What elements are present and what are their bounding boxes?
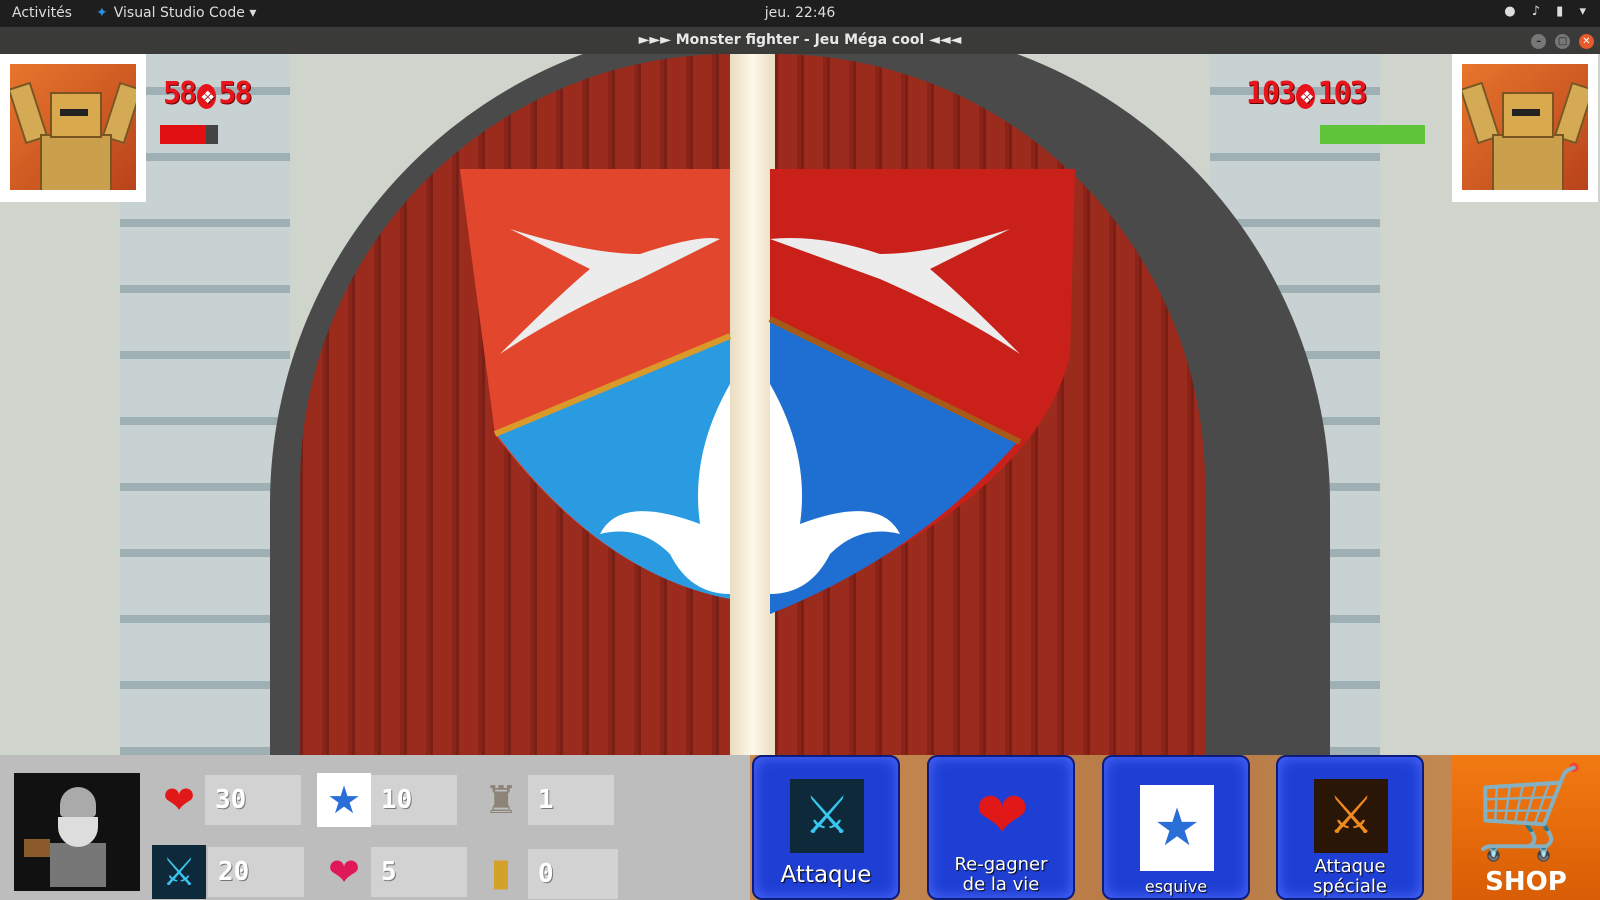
system-top-bar: Activités ✦ Visual Studio Code ▾ jeu. 22:… — [0, 0, 1600, 27]
window-title: ►►► Monster fighter - Jeu Méga cool ◄◄◄ — [638, 32, 962, 48]
target-icon: ❖ — [1296, 84, 1316, 109]
cart-icon: 🛒 — [1474, 760, 1587, 865]
regain-life-line1: Re-gagner — [954, 854, 1048, 875]
potion-icon: ❤ — [328, 850, 360, 894]
chevron-down-icon: ▾ — [1579, 4, 1586, 19]
enemy-hp-max: 103 — [1317, 76, 1367, 111]
player-hp-readout: 58 ❖ 58 — [163, 76, 253, 111]
attack-label: Attaque — [780, 862, 872, 888]
battle-scene — [0, 54, 1600, 755]
tower-stat: 1 — [528, 775, 614, 825]
wifi-icon: ● — [1504, 4, 1516, 19]
window-title-bar: ►►► Monster fighter - Jeu Méga cool ◄◄◄ … — [0, 27, 1600, 54]
coat-of-arms-shield — [460, 169, 1075, 614]
shop-button[interactable]: 🛒 SHOP — [1452, 755, 1600, 900]
target-icon: ❖ — [197, 84, 217, 109]
player-hp-fill — [160, 125, 207, 144]
special-attack-line2: spéciale — [1313, 876, 1387, 897]
regain-life-line2: de la vie — [962, 874, 1040, 895]
minimize-icon[interactable]: – — [1531, 34, 1547, 49]
enemy-hp-readout: 103 ❖ 103 — [1246, 76, 1368, 111]
shop-label: SHOP — [1485, 867, 1567, 897]
player-hp-bar — [160, 125, 218, 144]
attack-stat: 20 — [208, 847, 304, 897]
enemy-hp-fill — [1320, 125, 1425, 144]
life-stat: 30 — [205, 775, 301, 825]
maximize-icon[interactable]: □ — [1555, 34, 1571, 49]
player-hp-max: 58 — [218, 76, 252, 111]
battery-icon: ▮ — [1556, 4, 1564, 19]
flaming-swords-icon: ⚔ — [1314, 779, 1388, 853]
regain-life-button[interactable]: ❤ Re-gagner de la vie — [927, 755, 1075, 900]
golem-avatar — [10, 64, 136, 190]
hero-portrait — [14, 773, 140, 891]
attack-button[interactable]: ⚔ Attaque — [752, 755, 900, 900]
clock[interactable]: jeu. 22:46 — [0, 5, 1600, 21]
potions-stat: 5 — [371, 847, 467, 897]
system-tray[interactable]: ● ♪ ▮ ▾ — [1492, 4, 1586, 19]
crossed-swords-icon: ⚔ — [152, 845, 206, 899]
regain-life-label: Re-gagner de la vie — [929, 855, 1073, 895]
enemy-hp-current: 103 — [1246, 76, 1296, 111]
dodge-button[interactable]: ★ esquive — [1102, 755, 1250, 900]
special-attack-label: Attaque spéciale — [1278, 857, 1422, 897]
volume-icon: ♪ — [1531, 4, 1541, 19]
player-portrait — [0, 54, 146, 202]
dodge-figure-icon: ★ — [1140, 785, 1214, 871]
gold-bars-icon: ▮ — [490, 850, 512, 894]
dodge-figure-icon: ★ — [317, 773, 371, 827]
enemy-portrait — [1452, 54, 1598, 202]
heart-icon: ❤ — [163, 778, 195, 822]
close-icon[interactable]: ✕ — [1579, 34, 1594, 49]
gold-stat: 0 — [528, 849, 618, 899]
special-attack-button[interactable]: ⚔ Attaque spéciale — [1276, 755, 1424, 900]
golem-avatar — [1462, 64, 1588, 190]
dodge-label: esquive — [1144, 877, 1208, 896]
window-controls: – □ ✕ — [1527, 32, 1594, 49]
crossed-swords-icon: ⚔ — [790, 779, 864, 853]
player-hp-current: 58 — [163, 76, 197, 111]
dodge-stat: 10 — [371, 775, 457, 825]
special-attack-line1: Attaque — [1314, 856, 1386, 877]
tower-icon: ♜ — [483, 778, 519, 822]
heart-icon: ❤ — [975, 779, 1029, 853]
enemy-hp-bar — [1320, 125, 1425, 144]
